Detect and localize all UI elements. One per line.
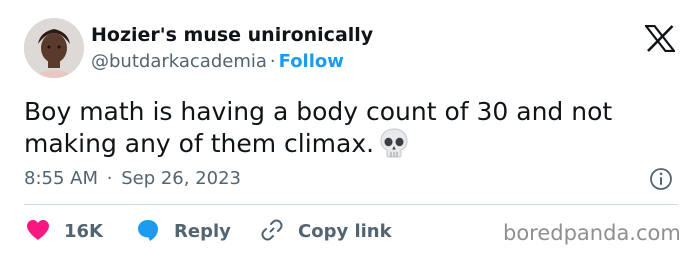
x-logo-icon[interactable] bbox=[643, 24, 677, 53]
handle[interactable]: @butdarkacademia bbox=[91, 51, 267, 72]
handle-separator: · bbox=[269, 51, 276, 72]
divider bbox=[24, 204, 678, 205]
speech-bubble-icon bbox=[136, 218, 160, 246]
heart-icon bbox=[26, 219, 50, 245]
meta-separator: · bbox=[106, 168, 113, 189]
display-name[interactable]: Hozier's muse unironically bbox=[91, 24, 373, 46]
follow-link[interactable]: Follow bbox=[279, 51, 344, 72]
tweet-meta: 8:55 AM · Sep 26, 2023 bbox=[24, 168, 241, 190]
tweet-body: Boy math is having a body count of 30 an… bbox=[24, 97, 613, 158]
avatar[interactable] bbox=[24, 18, 84, 78]
handle-line: @butdarkacademia · Follow bbox=[91, 51, 373, 73]
author-block: Hozier's muse unironically @butdarkacade… bbox=[91, 24, 373, 73]
watermark: boredpanda.com bbox=[503, 221, 681, 245]
info-icon[interactable] bbox=[649, 167, 673, 191]
tweet-text: Boy math is having a body count of 30 an… bbox=[24, 96, 664, 166]
tweet-time[interactable]: 8:55 AM bbox=[24, 168, 98, 189]
tweet-date[interactable]: Sep 26, 2023 bbox=[121, 168, 241, 189]
copy-link-label: Copy link bbox=[298, 221, 392, 242]
skull-icon bbox=[380, 128, 408, 166]
reply-button[interactable]: Reply bbox=[136, 219, 231, 245]
like-button[interactable]: 16K bbox=[26, 219, 103, 245]
copy-link-button[interactable]: Copy link bbox=[260, 219, 392, 245]
link-icon bbox=[260, 218, 284, 246]
reply-label: Reply bbox=[174, 221, 231, 242]
like-count: 16K bbox=[64, 221, 103, 242]
